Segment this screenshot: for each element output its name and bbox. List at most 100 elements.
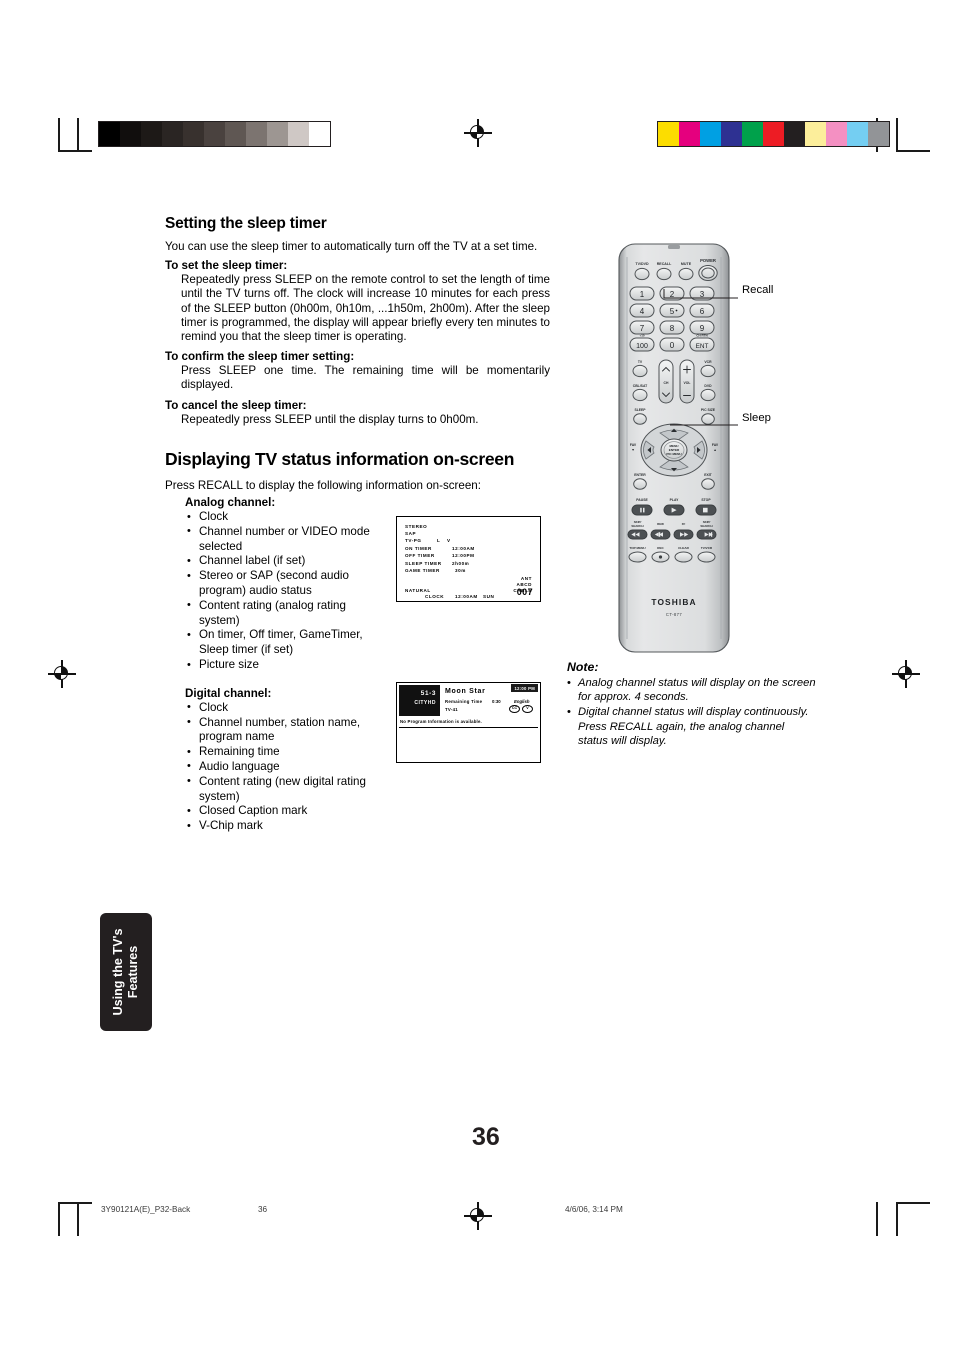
list-item: Content rating (analog rating system) [187, 598, 387, 629]
svg-text:PLAY: PLAY [670, 498, 679, 502]
v-chip-mark-icon: V [522, 705, 533, 713]
list-item: Picture size [187, 658, 387, 673]
registration-mark-bottom [464, 1202, 492, 1230]
list-item: Channel number, station name, program na… [187, 715, 387, 746]
osd-digital-marks: CC V [509, 705, 533, 713]
crop-mark-br-v [876, 1202, 878, 1236]
crop-mark-tl2-v [77, 118, 79, 152]
page-title-sleep-timer: Setting the sleep timer [165, 215, 327, 232]
color-swatch [742, 122, 763, 146]
svg-text:100: 100 [636, 343, 648, 350]
osd-digital-no-info: No Program Information is available. [400, 719, 482, 724]
osd-clock-day: SUN [483, 594, 495, 599]
color-swatch [288, 122, 309, 146]
svg-text:CT-877: CT-877 [666, 612, 682, 617]
color-swatch [721, 122, 742, 146]
color-swatch [868, 122, 889, 146]
list-item: On timer, Off timer, GameTimer, Sleep ti… [187, 628, 387, 658]
osd-off-timer-value: 12:00PM [452, 553, 475, 558]
note-item: Analog channel status will display on th… [567, 675, 817, 704]
svg-text:SLEEP: SLEEP [634, 408, 646, 412]
list-analog-channel: Clock Channel number or VIDEO mode selec… [187, 510, 387, 673]
osd-rating-l: L [437, 538, 441, 543]
crop-mark-tr-h [896, 150, 930, 152]
tv-status-intro: Press RECALL to display the following in… [165, 478, 481, 492]
crop-mark-bl-v [58, 1202, 60, 1236]
osd-digital-channel-block: 51-3 CITYHD [399, 685, 440, 716]
osd-digital-example: 51-3 CITYHD Moon Star Remaining Time 0:3… [396, 682, 541, 763]
osd-sap: SAP [405, 531, 417, 536]
osd-digital-remaining-value: 0:30 [492, 699, 501, 704]
list-item: Clock [187, 510, 387, 525]
svg-text:CLEAR: CLEAR [678, 546, 689, 550]
svg-text:PAUSE: PAUSE [636, 498, 648, 502]
list-item: Channel label (if set) [187, 554, 387, 569]
color-swatch [225, 122, 246, 146]
svg-text:ENTER: ENTER [634, 473, 646, 477]
list-item: Remaining time [187, 745, 387, 760]
text-confirm-sleep-timer: Press SLEEP one time. The remaining time… [181, 364, 550, 392]
list-item: Content rating (new digital rating syste… [187, 774, 387, 805]
color-swatch [120, 122, 141, 146]
color-swatch [784, 122, 805, 146]
osd-on-timer-value: 12:00AM [452, 546, 475, 551]
color-swatch [805, 122, 826, 146]
subhead-confirm-sleep-timer: To confirm the sleep timer setting: [165, 350, 355, 364]
color-swatch [183, 122, 204, 146]
side-tab-label-line2: Features [126, 945, 140, 999]
osd-digital-program: Moon Star [445, 688, 486, 695]
osd-channel-number: 007 [516, 587, 533, 597]
subhead-set-sleep-timer: To set the sleep timer: [165, 259, 288, 273]
osd-digital-language: English [514, 699, 530, 704]
svg-text:SEARCH: SEARCH [631, 524, 643, 528]
registration-mark-right [892, 660, 920, 688]
osd-stereo: STEREO [405, 524, 428, 529]
osd-on-timer-label: ON TIMER [405, 546, 432, 551]
svg-text:+10: +10 [639, 334, 644, 338]
page-number: 36 [472, 1123, 500, 1151]
osd-digital-rating: TV-41 [445, 707, 458, 712]
note-heading: Note: [567, 660, 599, 674]
svg-text:▲: ▲ [713, 448, 716, 452]
color-swatch [162, 122, 183, 146]
osd-rating: TV-PG [405, 538, 422, 543]
footer-filename: 3Y90121A(E)_P32-Back [101, 1205, 191, 1214]
svg-text:PIC MENU: PIC MENU [666, 452, 682, 456]
osd-analog-example: STEREO SAP TV-PG L V ON TIMER 12:00AM OF… [396, 516, 541, 602]
grouphead-analog-channel: Analog channel: [185, 496, 276, 510]
svg-text:TV/DVD: TV/DVD [635, 262, 649, 266]
svg-text:FAV: FAV [630, 443, 637, 447]
text-set-sleep-timer: Repeatedly press SLEEP on the remote con… [181, 273, 550, 344]
color-swatch [309, 122, 330, 146]
crop-mark-tr2-v [896, 118, 898, 152]
color-swatch [847, 122, 868, 146]
color-swatch [99, 122, 120, 146]
note-item: Digital channel status will display cont… [567, 705, 817, 748]
color-swatch [204, 122, 225, 146]
svg-text:REC: REC [657, 546, 664, 550]
registration-mark-top [464, 119, 492, 147]
grayscale-colorbar [98, 121, 331, 147]
subhead-cancel-sleep-timer: To cancel the sleep timer: [165, 398, 307, 412]
svg-text:STOP: STOP [701, 498, 711, 502]
sleep-timer-intro: You can use the sleep timer to automatic… [165, 240, 538, 253]
callout-label-sleep: Sleep [742, 412, 771, 424]
crop-mark-bl-h [58, 1202, 92, 1204]
registration-mark-left [48, 660, 76, 688]
color-swatch [763, 122, 784, 146]
svg-text:REW: REW [657, 522, 664, 526]
osd-ant: ANT [520, 576, 532, 581]
list-item: Stereo or SAP (second audio program) aud… [187, 569, 387, 599]
osd-sleep-timer-value: 2h00m [452, 561, 470, 566]
callout-leader-lines [663, 289, 738, 426]
closed-caption-mark-icon: CC [509, 705, 520, 713]
list-digital-channel: Clock Channel number, station name, prog… [187, 700, 387, 834]
side-tab-using-tv-features: Using the TV's Features [100, 913, 152, 1031]
crop-mark-br-h [896, 1202, 930, 1204]
osd-game-timer-value: 30m [455, 568, 466, 573]
color-swatch [246, 122, 267, 146]
osd-digital-channel: 51-3 [420, 690, 436, 697]
list-item: Channel number or VIDEO mode selected [187, 524, 387, 555]
crop-mark-bl2-v [77, 1202, 79, 1236]
osd-digital-station: CITYHD [414, 700, 436, 706]
